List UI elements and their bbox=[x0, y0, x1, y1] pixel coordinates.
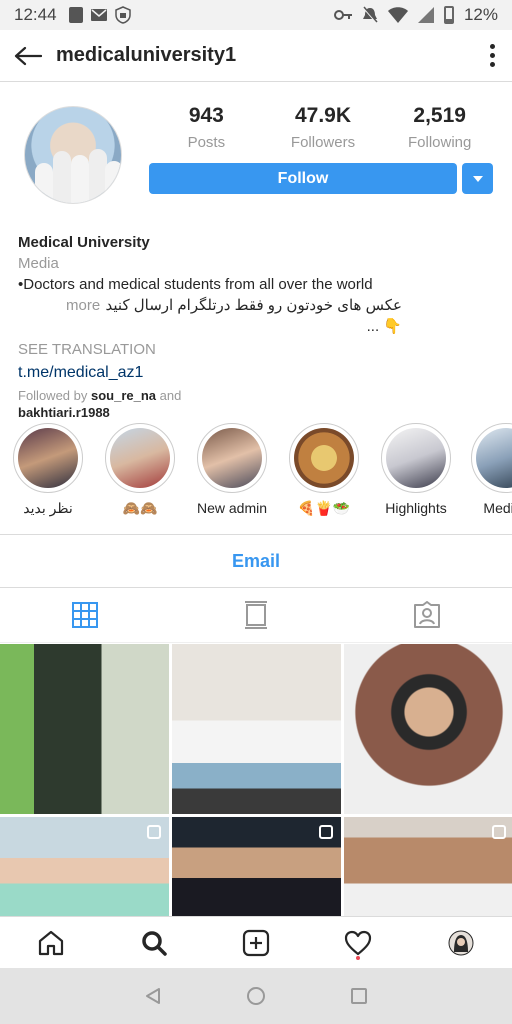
followed-prefix: Followed by bbox=[18, 388, 88, 403]
stat-value: 2,519 bbox=[413, 104, 466, 127]
battery-icon bbox=[443, 6, 454, 24]
bio-line-2: عکس های خودتون رو فقط درتلگرام ارسال کنی… bbox=[105, 297, 402, 335]
mail-icon bbox=[90, 9, 107, 21]
header-username: medicaluniversity1 bbox=[56, 44, 237, 66]
post-thumbnail[interactable] bbox=[344, 644, 512, 814]
home-circle-icon[interactable] bbox=[246, 986, 266, 1006]
highlight-label: New admin bbox=[196, 500, 268, 516]
battery-percent: 12% bbox=[463, 5, 498, 24]
highlight-cover bbox=[476, 428, 512, 488]
tab-tagged[interactable] bbox=[341, 588, 512, 642]
followed-and: and bbox=[159, 388, 182, 403]
highlight-item[interactable]: نظر بدید bbox=[8, 423, 88, 517]
see-translation-link[interactable]: SEE TRANSLATION bbox=[18, 339, 498, 360]
chevron-down-icon bbox=[472, 175, 483, 182]
stat-label: Following bbox=[407, 134, 472, 151]
carousel-icon bbox=[147, 825, 161, 839]
profile-avatar-icon bbox=[448, 930, 474, 955]
post-thumbnail[interactable] bbox=[0, 644, 169, 814]
highlight-cover bbox=[18, 428, 78, 488]
add-post-icon bbox=[242, 929, 270, 956]
system-navigation bbox=[0, 968, 512, 1024]
profile-avatar[interactable] bbox=[24, 106, 122, 204]
post-thumbnail[interactable] bbox=[344, 817, 512, 916]
grid-icon bbox=[72, 602, 99, 628]
website-link[interactable]: t.me/medical_az1 bbox=[18, 362, 498, 383]
highlight-label: Medica bbox=[483, 500, 512, 516]
highlight-cover bbox=[386, 428, 446, 488]
stat-following[interactable]: 2,519 Following bbox=[381, 104, 498, 151]
highlight-cover bbox=[110, 428, 170, 488]
back-arrow-icon bbox=[14, 46, 42, 65]
mute-bell-icon bbox=[362, 6, 378, 24]
story-highlights: نظر بدید 🙈🙈 New admin 🍕🍟🥗 Highlights Med… bbox=[0, 423, 512, 523]
shield-icon bbox=[114, 6, 131, 24]
highlight-item[interactable]: Medica bbox=[466, 423, 512, 516]
post-thumbnail[interactable] bbox=[0, 817, 169, 916]
wifi-icon bbox=[387, 7, 408, 23]
bottom-navigation bbox=[0, 916, 512, 968]
followed-by: Followed by sou_re_na and bakhtiari.r198… bbox=[18, 387, 498, 421]
posts-grid bbox=[0, 644, 512, 916]
tab-feed[interactable] bbox=[171, 588, 342, 642]
stat-posts[interactable]: 943 Posts bbox=[148, 104, 265, 151]
highlight-label: Highlights bbox=[385, 500, 447, 516]
highlight-cover bbox=[202, 428, 262, 488]
back-button[interactable] bbox=[0, 30, 56, 82]
highlight-label: 🙈🙈 bbox=[122, 500, 158, 516]
follow-button[interactable]: Follow bbox=[149, 163, 457, 194]
clock: 12:44 bbox=[14, 5, 57, 24]
recents-square-icon[interactable] bbox=[350, 987, 368, 1005]
highlight-item[interactable]: New admin bbox=[192, 423, 272, 516]
highlight-cover bbox=[294, 428, 354, 488]
bio-line-1: •Doctors and medical students from all o… bbox=[18, 276, 373, 293]
highlight-label: 🍕🍟🥗 bbox=[297, 500, 351, 516]
notification-icon bbox=[68, 7, 83, 23]
carousel-icon bbox=[492, 825, 506, 839]
highlight-item[interactable]: 🙈🙈 bbox=[100, 423, 180, 517]
more-link[interactable]: more bbox=[66, 295, 100, 337]
highlight-item[interactable]: Highlights bbox=[376, 423, 456, 516]
stat-value: 943 bbox=[188, 104, 224, 127]
nav-search[interactable] bbox=[102, 917, 204, 968]
highlight-item[interactable]: 🍕🍟🥗 bbox=[284, 423, 364, 517]
search-icon bbox=[141, 930, 167, 956]
profile-header: medicaluniversity1 bbox=[0, 30, 512, 82]
post-thumbnail[interactable] bbox=[172, 644, 341, 814]
nav-new-post[interactable] bbox=[205, 917, 307, 968]
nav-profile[interactable] bbox=[410, 917, 512, 968]
nav-activity[interactable] bbox=[307, 917, 409, 968]
post-thumbnail[interactable] bbox=[172, 817, 341, 916]
back-triangle-icon[interactable] bbox=[144, 987, 162, 1005]
stat-followers[interactable]: 47.9K Followers bbox=[265, 104, 382, 151]
tagged-person-icon bbox=[413, 601, 440, 628]
carousel-icon bbox=[319, 825, 333, 839]
feed-icon bbox=[245, 601, 267, 629]
options-menu-button[interactable] bbox=[472, 30, 512, 82]
tab-grid[interactable] bbox=[0, 588, 171, 642]
profile-tabs bbox=[0, 588, 512, 643]
profile-name: Medical University bbox=[18, 234, 150, 251]
home-icon bbox=[39, 930, 64, 955]
nav-home[interactable] bbox=[0, 917, 102, 968]
stat-label: Posts bbox=[187, 134, 226, 151]
profile-stats: 943 Posts 47.9K Followers 2,519 Followin… bbox=[148, 104, 498, 151]
highlight-label: نظر بدید bbox=[23, 500, 73, 516]
status-bar: 12:44 12% bbox=[0, 0, 512, 30]
followed-user-1[interactable]: sou_re_na bbox=[91, 388, 156, 403]
profile-bio: Medical University Media •Doctors and me… bbox=[18, 232, 498, 421]
profile-category: Media bbox=[18, 255, 59, 272]
stat-value: 47.9K bbox=[294, 104, 352, 127]
email-button[interactable]: Email bbox=[0, 534, 512, 588]
suggested-dropdown-button[interactable] bbox=[462, 163, 493, 194]
heart-icon bbox=[345, 930, 372, 955]
key-icon bbox=[333, 10, 352, 20]
stat-label: Followers bbox=[290, 134, 356, 151]
notification-dot bbox=[356, 956, 361, 960]
signal-icon bbox=[417, 7, 434, 23]
followed-user-2[interactable]: bakhtiari.r1988 bbox=[18, 405, 110, 420]
